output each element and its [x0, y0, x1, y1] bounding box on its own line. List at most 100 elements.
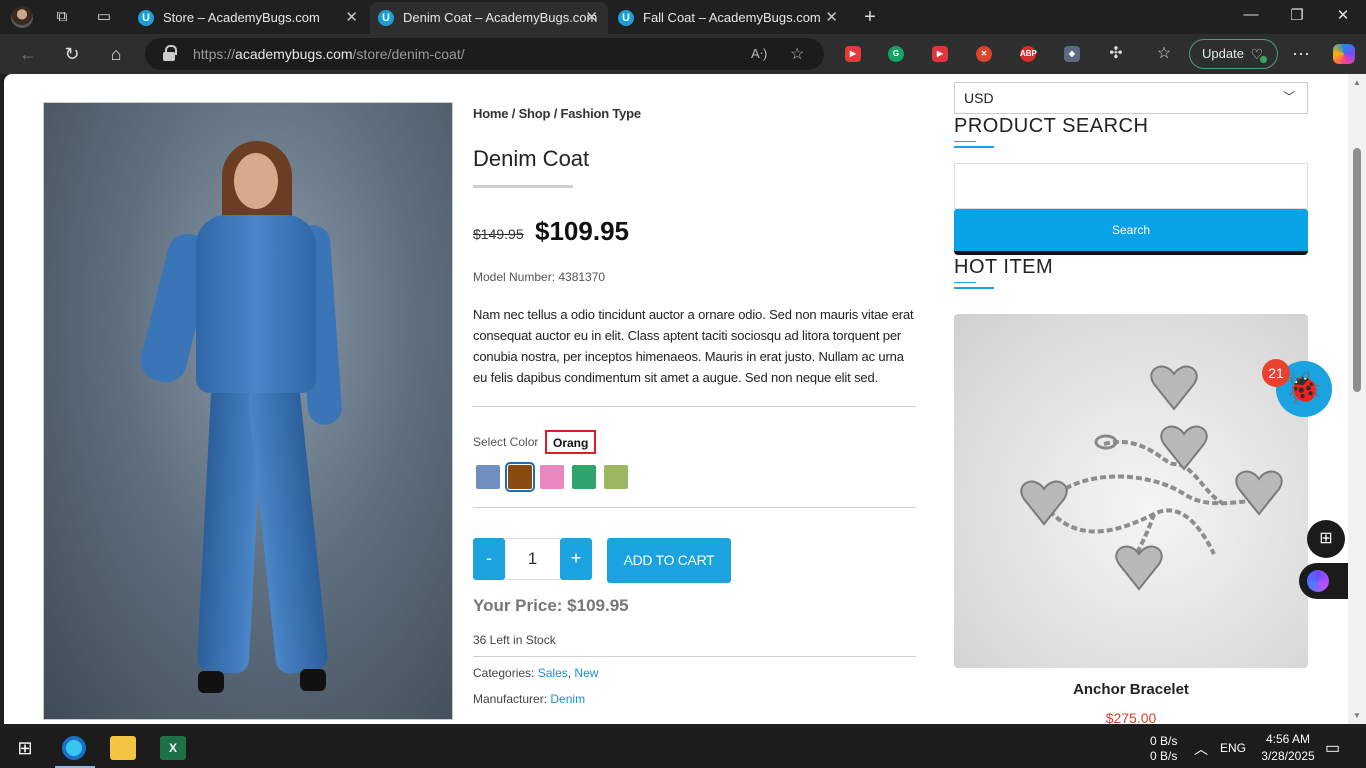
breadcrumb-category[interactable]: Fashion Type: [561, 106, 642, 121]
bracelet-illustration: [1020, 365, 1283, 591]
divider: [473, 406, 916, 407]
search-button[interactable]: Search: [954, 209, 1308, 255]
close-tab-icon[interactable]: ✕: [585, 8, 598, 26]
divider: [473, 507, 916, 508]
manufacturer-label: Manufacturer:: [473, 692, 548, 706]
title-divider: [473, 185, 573, 188]
tab-actions-icon[interactable]: ▭: [93, 6, 115, 28]
clock-date[interactable]: 3/28/2025: [1254, 749, 1322, 763]
your-price: Your Price: $109.95: [473, 596, 629, 615]
windows-taskbar: ⊞ X 0 B/s 0 B/s ︿ ENG 4:56 AM 3/28/2025 …: [0, 728, 1366, 768]
update-label: Update: [1202, 46, 1244, 61]
swatch-olive[interactable]: [604, 465, 628, 489]
manufacturer-line: Manufacturer: Denim: [473, 692, 585, 706]
scroll-down-icon[interactable]: ▼: [1353, 711, 1361, 720]
quantity-decrease-button[interactable]: -: [473, 538, 505, 580]
color-swatches: [476, 462, 628, 492]
url-text[interactable]: https://academybugs.com/store/denim-coat…: [193, 46, 465, 62]
favorite-star-icon[interactable]: ☆: [790, 44, 804, 64]
divider: [473, 656, 916, 657]
network-speed-up: 0 B/s: [1150, 734, 1178, 748]
stock-status: 36 Left in Stock: [473, 633, 556, 647]
home-icon[interactable]: ⌂: [104, 42, 128, 66]
video-ext-icon[interactable]: ▶: [845, 46, 861, 62]
cast-ext-icon[interactable]: ▶: [932, 46, 948, 62]
excel-icon[interactable]: X: [160, 736, 186, 760]
currency-select[interactable]: USD ﹀: [954, 82, 1308, 114]
update-status-dot: [1260, 56, 1267, 63]
address-bar[interactable]: https://academybugs.com/store/denim-coat…: [145, 38, 824, 70]
assistant-chat-icon[interactable]: [1299, 563, 1348, 599]
manufacturer-link[interactable]: Denim: [550, 692, 585, 706]
category-link-sales[interactable]: Sales: [538, 666, 568, 680]
workspaces-icon[interactable]: ⧉: [51, 6, 73, 28]
academybugs-favicon-icon: U: [618, 10, 634, 26]
scroll-up-icon[interactable]: ▲: [1353, 78, 1361, 87]
favorites-icon[interactable]: ☆: [1152, 42, 1176, 66]
shield-ext-icon[interactable]: ◈: [1064, 46, 1080, 62]
chevron-down-icon: ﹀: [1282, 90, 1295, 104]
tray-chevron-up-icon[interactable]: ︿: [1194, 739, 1208, 759]
tab-denim-coat[interactable]: U Denim Coat – AcademyBugs.com ✕: [370, 2, 608, 34]
breadcrumb-separator: /: [550, 106, 561, 121]
swatch-green[interactable]: [572, 465, 596, 489]
close-tab-icon[interactable]: ✕: [825, 8, 838, 26]
model-figure-part: [246, 381, 330, 675]
adblock-plus-icon[interactable]: ABP: [1020, 46, 1037, 62]
notifications-icon[interactable]: ▭: [1325, 738, 1340, 758]
breadcrumb-shop[interactable]: Shop: [519, 106, 551, 121]
product-image[interactable]: [43, 102, 453, 720]
category-link-new[interactable]: New: [574, 666, 598, 680]
academybugs-favicon-icon: U: [378, 10, 394, 26]
quantity-increase-button[interactable]: +: [560, 538, 592, 580]
close-window-icon[interactable]: ✕: [1328, 6, 1358, 24]
new-tab-icon[interactable]: +: [859, 6, 881, 28]
model-figure-part: [300, 669, 326, 691]
scrollbar-thumb[interactable]: [1353, 148, 1361, 392]
hot-item-name[interactable]: Anchor Bracelet: [954, 681, 1308, 698]
more-menu-icon[interactable]: ⋯: [1289, 42, 1313, 66]
close-tab-icon[interactable]: ✕: [345, 8, 358, 26]
copilot-icon[interactable]: [1333, 44, 1355, 64]
edge-taskbar-icon[interactable]: [55, 736, 95, 768]
model-figure-part: [198, 671, 224, 693]
tool-ext-icon[interactable]: ✕: [976, 46, 992, 62]
update-button[interactable]: Update ♡: [1189, 39, 1278, 69]
swatch-blue[interactable]: [476, 465, 500, 489]
page-scrollbar[interactable]: ▲ ▼: [1348, 74, 1366, 724]
product-search-input[interactable]: [954, 163, 1308, 209]
extensions-puzzle-icon[interactable]: ✣: [1104, 42, 1128, 66]
lock-icon[interactable]: [163, 45, 177, 61]
assistant-avatar: [1307, 570, 1329, 592]
refresh-icon[interactable]: ↻: [60, 42, 84, 66]
academybugs-favicon-icon: U: [138, 10, 154, 26]
grammarly-icon[interactable]: G: [888, 46, 904, 62]
model-figure-part: [196, 215, 316, 393]
heading-underline: [954, 282, 994, 289]
windows-start-icon[interactable]: ⊞: [12, 736, 38, 760]
currency-value: USD: [964, 90, 994, 106]
breadcrumb-home[interactable]: Home: [473, 106, 509, 121]
restore-icon[interactable]: ❐: [1282, 6, 1312, 24]
heading-underline: [954, 141, 994, 148]
swatch-pink[interactable]: [540, 465, 564, 489]
add-to-cart-button[interactable]: ADD TO CART: [607, 538, 731, 583]
profile-avatar[interactable]: [11, 6, 33, 28]
categories-label: Categories:: [473, 666, 535, 680]
file-explorer-icon[interactable]: [110, 736, 136, 760]
hot-item-image[interactable]: [954, 314, 1308, 668]
minimize-icon[interactable]: —: [1236, 6, 1266, 23]
clock-time[interactable]: 4:56 AM: [1258, 732, 1318, 746]
tab-fall-coat[interactable]: U Fall Coat – AcademyBugs.com ✕: [610, 2, 848, 34]
product-search-heading: PRODUCT SEARCH: [954, 115, 1149, 137]
back-icon[interactable]: ←: [16, 42, 40, 66]
read-aloud-icon[interactable]: Aᐧ): [751, 46, 767, 62]
select-color-label: Select Color: [473, 435, 539, 449]
breadcrumb-separator: /: [508, 106, 519, 121]
quantity-input[interactable]: 1: [505, 538, 560, 580]
tab-store[interactable]: U Store – AcademyBugs.com ✕: [130, 2, 368, 34]
swatch-orang[interactable]: [505, 462, 535, 492]
apps-grid-icon[interactable]: ⊞: [1307, 520, 1345, 558]
language-indicator[interactable]: ENG: [1220, 741, 1246, 755]
tab-title: Fall Coat – AcademyBugs.com: [643, 10, 821, 25]
